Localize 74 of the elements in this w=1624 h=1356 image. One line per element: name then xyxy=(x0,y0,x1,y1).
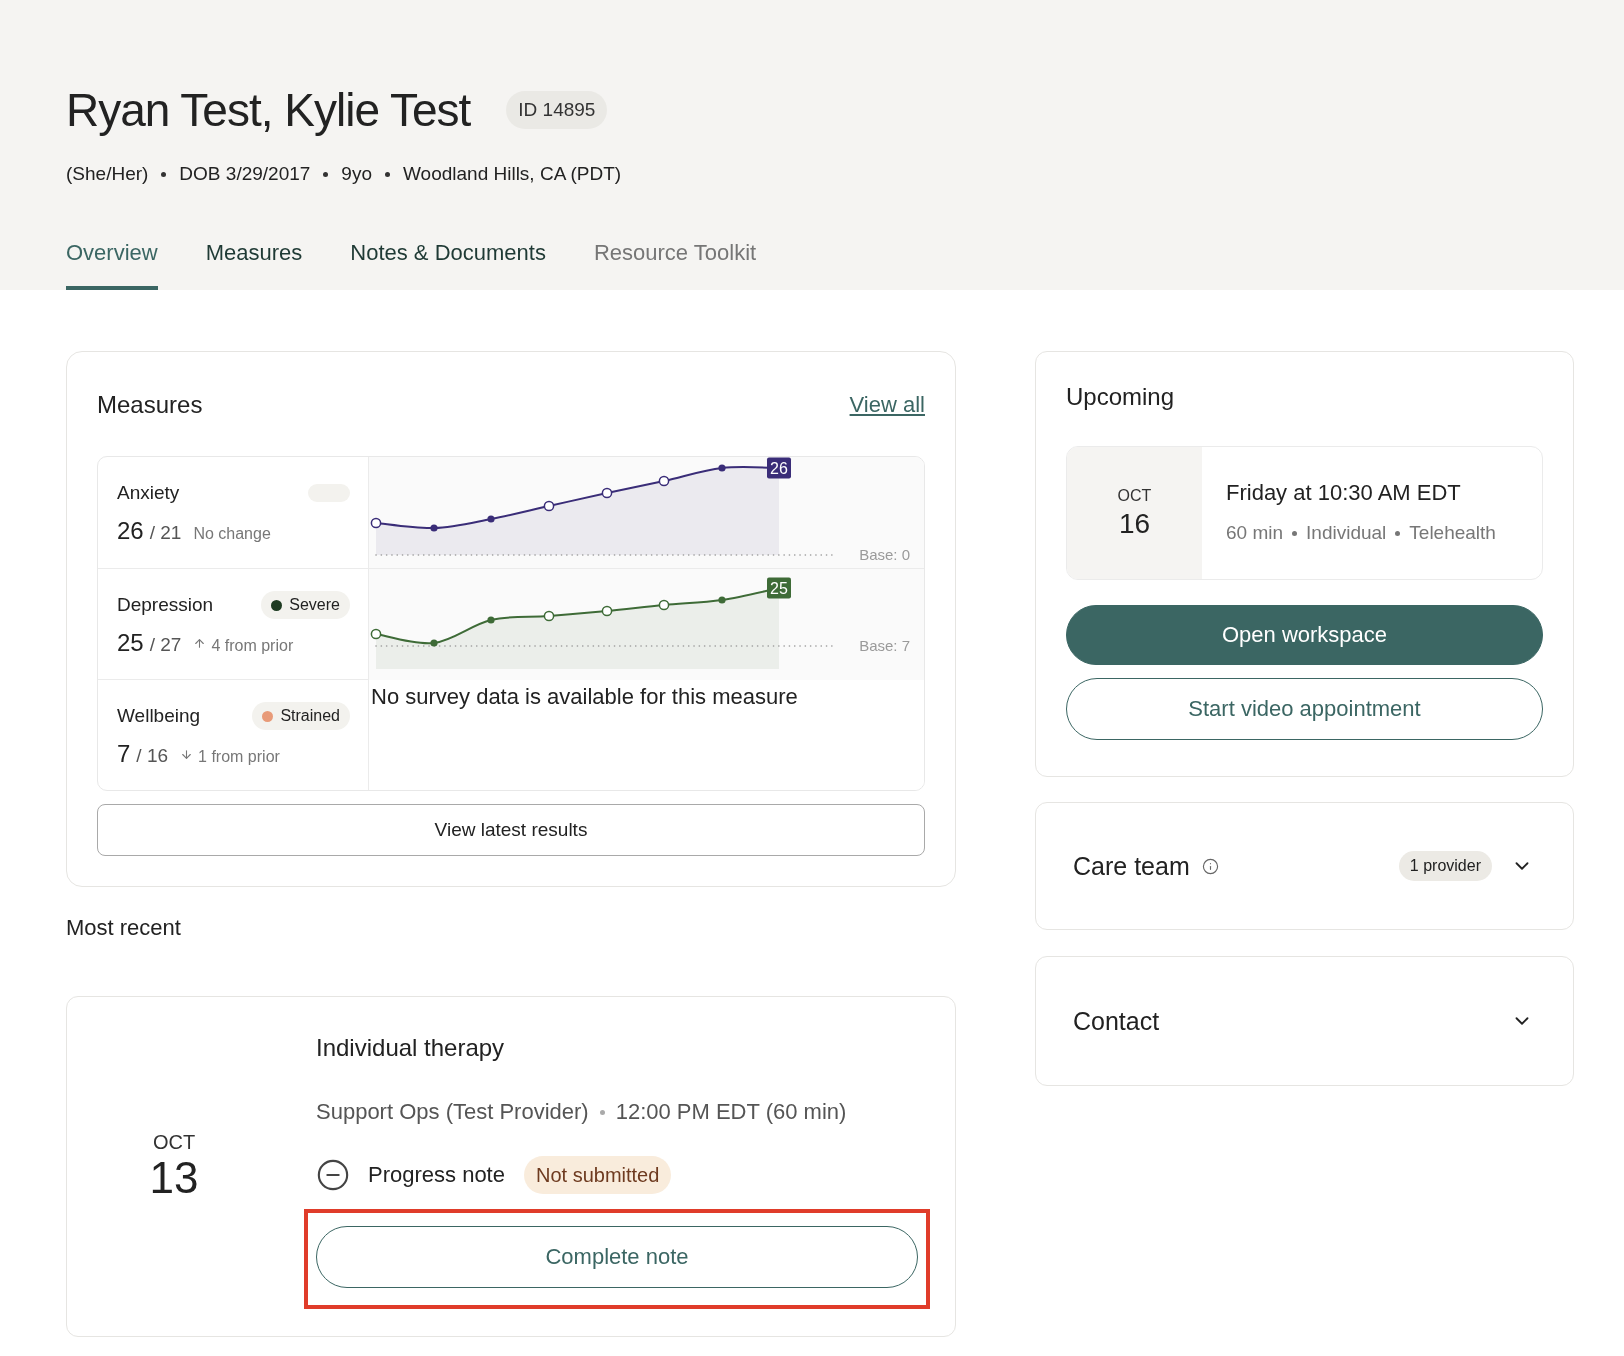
data-point xyxy=(718,596,726,604)
panel-title: Contact xyxy=(1073,1006,1160,1036)
tab[interactable]: Notes & Documents xyxy=(350,239,546,290)
bullet-icon xyxy=(385,171,390,177)
score: 26 xyxy=(117,517,144,545)
status-badge: Not submitted xyxy=(523,1156,672,1194)
bullet-icon xyxy=(599,1109,605,1115)
note-label: Progress note xyxy=(368,1162,505,1188)
detail-text: 60 min xyxy=(1226,522,1284,544)
value-badge: 25 xyxy=(767,577,791,599)
tab[interactable]: Measures xyxy=(205,239,303,290)
detail-text: Individual xyxy=(1306,522,1387,544)
arrow-up-icon xyxy=(193,636,207,650)
data-point xyxy=(718,464,726,472)
score: 7 xyxy=(117,740,131,768)
month-text: OCT xyxy=(152,1130,196,1155)
data-point xyxy=(658,599,670,611)
complete-note-button[interactable]: Complete note xyxy=(316,1226,918,1288)
count-badge: 1 provider xyxy=(1398,851,1492,881)
measure-name: Depression xyxy=(117,594,214,616)
change-text: 4 from prior xyxy=(211,637,294,655)
day-text: 13 xyxy=(149,1154,199,1203)
baseline-label: Base: 7 xyxy=(859,637,910,654)
panel-title: Care team xyxy=(1073,851,1190,881)
card-title: Upcoming xyxy=(1066,382,1175,412)
data-point xyxy=(487,515,495,523)
minus-circle-icon xyxy=(316,1158,350,1192)
id-badge: ID 14895 xyxy=(506,91,608,129)
open-workspace-button[interactable]: Open workspace xyxy=(1066,605,1543,665)
change-text: 1 from prior xyxy=(198,748,280,766)
day-text: 16 xyxy=(1118,509,1151,540)
detail-text: (She/Her) xyxy=(66,163,149,185)
tab[interactable]: Overview xyxy=(66,239,158,290)
card-title: Measures xyxy=(97,390,203,420)
detail-text: 9yo xyxy=(341,163,372,185)
empty-message: No survey data is available for this measure xyxy=(370,683,799,711)
data-point xyxy=(430,639,438,647)
appointment-time: Friday at 10:30 AM EDT xyxy=(1226,479,1461,507)
data-point xyxy=(601,487,613,499)
detail-text: DOB 3/29/2017 xyxy=(179,163,311,185)
arrow-down-icon xyxy=(180,747,194,761)
bullet-icon xyxy=(323,171,329,177)
month-text: OCT xyxy=(1117,486,1152,506)
data-point xyxy=(543,610,555,622)
section-heading: Most recent xyxy=(66,914,181,942)
change-text: No change xyxy=(193,525,271,543)
score-total: / 21 xyxy=(149,522,182,544)
detail-text: Woodland Hills, CA (PDT) xyxy=(403,163,622,185)
score-total: / 27 xyxy=(149,634,182,656)
bullet-icon xyxy=(1292,530,1298,536)
data-point xyxy=(487,616,495,624)
value-badge: 26 xyxy=(767,457,791,479)
bullet-icon xyxy=(161,171,167,177)
score: 25 xyxy=(117,629,144,657)
view-results-button[interactable]: View latest results xyxy=(97,804,925,856)
data-point xyxy=(658,475,670,487)
measure-name: Wellbeing xyxy=(117,705,201,727)
video-appointment-button[interactable]: Start video appointment xyxy=(1066,678,1543,740)
status-badge: Severe xyxy=(261,591,350,619)
detail-text: Telehealth xyxy=(1409,522,1496,544)
measure-name: Anxiety xyxy=(117,482,180,504)
bullet-icon xyxy=(1395,530,1401,536)
data-point xyxy=(543,500,555,512)
patient-name: Ryan Test, Kylie Test xyxy=(66,83,471,138)
info-icon[interactable] xyxy=(1201,857,1219,875)
view-all-link[interactable]: View all xyxy=(849,392,925,418)
data-point xyxy=(601,605,613,617)
detail-text: Support Ops (Test Provider) xyxy=(316,1099,589,1125)
detail-text: 12:00 PM EDT (60 min) xyxy=(615,1099,847,1125)
session-title: Individual therapy xyxy=(316,1033,505,1063)
score-total: / 16 xyxy=(136,745,169,767)
status-badge: Strained xyxy=(252,702,350,730)
data-point xyxy=(430,524,438,532)
baseline-label: Base: 0 xyxy=(859,546,910,563)
